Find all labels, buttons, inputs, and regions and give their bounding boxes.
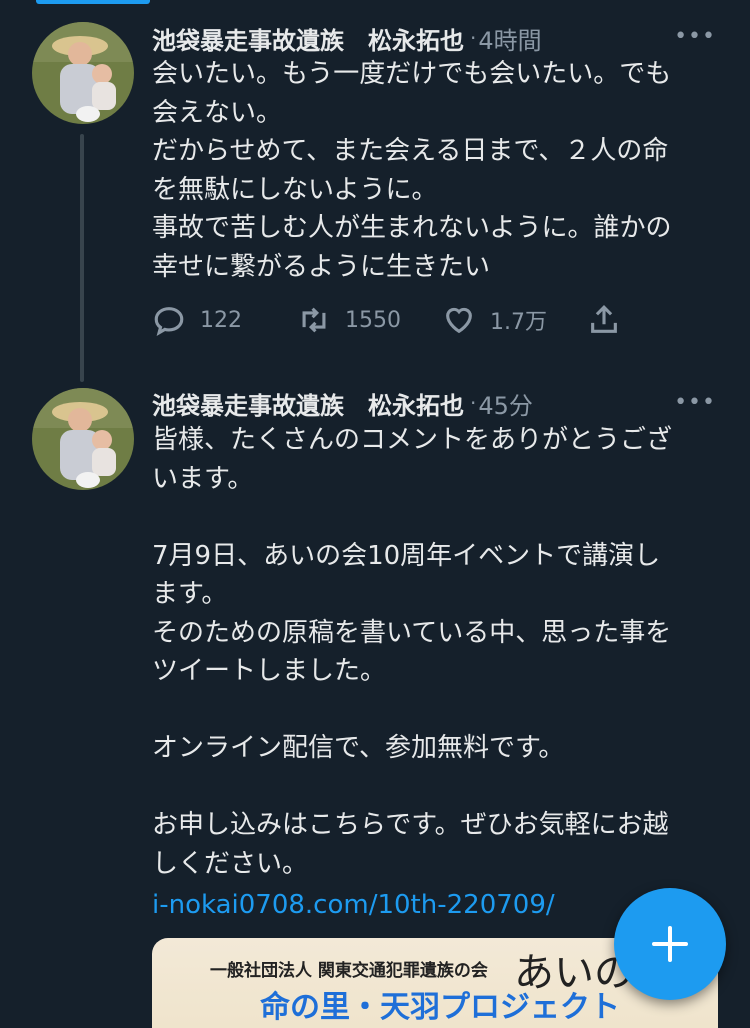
share-button[interactable]: [587, 303, 621, 337]
retweet-button[interactable]: 1550: [297, 303, 442, 337]
avatar[interactable]: [32, 388, 134, 490]
tweet-header: 池袋暴走事故遺族 松永拓也 · 4時間: [152, 18, 542, 58]
reply-button[interactable]: 122: [152, 303, 297, 337]
card-project-title: 命の里・天羽プロジェクト: [260, 990, 620, 1025]
tweet-header: 池袋暴走事故遺族 松永拓也 · 45分: [152, 383, 533, 423]
like-count: 1.7万: [490, 310, 547, 335]
like-button[interactable]: 1.7万: [442, 303, 587, 337]
plus-icon: [652, 926, 688, 962]
author-name[interactable]: 池袋暴走事故遺族 松永拓也: [152, 21, 464, 56]
thread-line: [80, 134, 84, 382]
more-horizontal-icon[interactable]: •••: [674, 392, 716, 414]
tweet-text: 会いたい。もう一度だけでも会いたい。でも 会えない。 だからせめて、また会える日…: [152, 59, 672, 282]
avatar[interactable]: [32, 22, 134, 124]
separator-dot: ·: [470, 391, 477, 415]
top-tab-indicator: [36, 0, 150, 4]
heart-icon: [446, 307, 472, 334]
more-horizontal-icon[interactable]: •••: [674, 26, 716, 48]
tweet-text: 皆様、たくさんのコメントをありがとうござ います。 7月9日、あいの会10周年イ…: [152, 425, 673, 879]
card-org-name: 一般社団法人 関東交通犯罪遺族の会: [210, 961, 488, 981]
tweet-actions: 122 1550 1.7万: [152, 300, 652, 340]
separator-dot: ·: [470, 26, 477, 50]
retweet-count: 1550: [345, 307, 401, 333]
compose-tweet-button[interactable]: [614, 888, 726, 1000]
tweet-time[interactable]: 4時間: [478, 21, 541, 56]
reply-icon: [154, 307, 184, 336]
tweet-time[interactable]: 45分: [478, 386, 533, 421]
share-icon: [591, 305, 617, 333]
reply-count: 122: [200, 307, 242, 333]
retweet-icon: [302, 307, 326, 333]
author-name[interactable]: 池袋暴走事故遺族 松永拓也: [152, 386, 464, 421]
